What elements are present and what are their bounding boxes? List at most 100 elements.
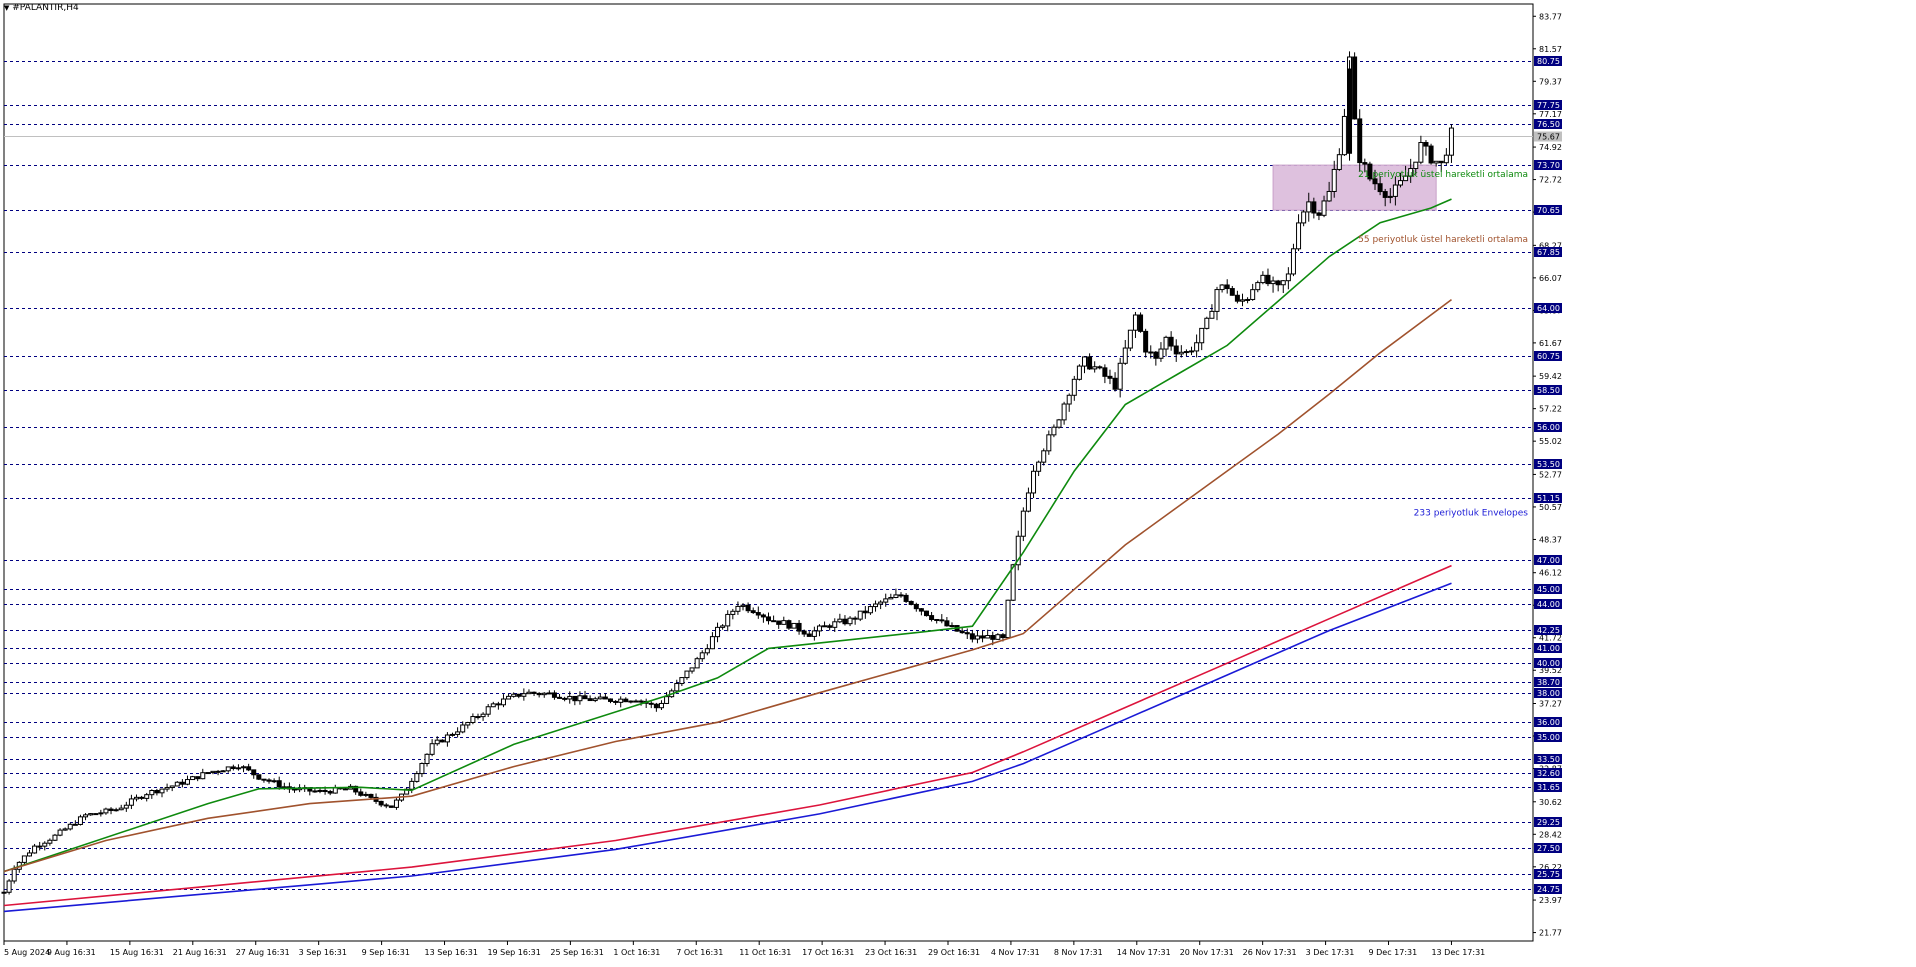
candle[interactable] [327, 791, 333, 794]
candle[interactable] [1071, 378, 1077, 396]
candle[interactable] [490, 703, 496, 708]
candle[interactable] [1413, 161, 1419, 170]
candle[interactable] [516, 693, 522, 697]
candle[interactable] [169, 785, 175, 789]
candle[interactable] [1, 891, 7, 894]
candle[interactable] [862, 610, 868, 614]
candle[interactable] [1183, 351, 1189, 354]
candle[interactable] [679, 677, 685, 685]
candle[interactable] [332, 787, 338, 794]
candle[interactable] [1020, 510, 1026, 537]
candle[interactable] [241, 766, 247, 769]
candle[interactable] [923, 610, 929, 617]
candle[interactable] [1178, 351, 1184, 355]
candle[interactable] [684, 670, 690, 679]
candle[interactable] [1311, 201, 1317, 214]
candle[interactable] [470, 716, 476, 723]
candle[interactable] [1377, 183, 1383, 193]
candle[interactable] [429, 743, 435, 755]
candle[interactable] [567, 695, 573, 700]
candle[interactable] [322, 789, 328, 793]
candle[interactable] [1357, 118, 1363, 164]
candle[interactable] [1041, 450, 1047, 463]
candle[interactable] [1005, 599, 1011, 639]
candle[interactable] [246, 766, 252, 771]
candle[interactable] [827, 625, 833, 628]
candle[interactable] [1316, 212, 1322, 216]
candle[interactable] [500, 698, 506, 706]
candle[interactable] [658, 702, 664, 709]
candle[interactable] [1301, 211, 1307, 224]
candle[interactable] [444, 734, 450, 743]
candle[interactable] [878, 601, 884, 605]
candle[interactable] [312, 790, 318, 793]
candle[interactable] [735, 605, 741, 612]
candle[interactable] [230, 766, 236, 769]
candle[interactable] [1036, 461, 1042, 472]
candle[interactable] [393, 799, 399, 808]
candle[interactable] [964, 632, 970, 635]
candle[interactable] [898, 594, 904, 597]
candle[interactable] [210, 770, 216, 774]
candle[interactable] [837, 618, 843, 623]
candle[interactable] [1168, 336, 1174, 347]
candle[interactable] [83, 814, 89, 818]
candle[interactable] [715, 626, 721, 638]
candle[interactable] [1087, 356, 1093, 370]
candle[interactable] [128, 798, 134, 806]
candle[interactable] [602, 696, 608, 700]
candle[interactable] [1387, 195, 1393, 198]
candle[interactable] [816, 625, 822, 632]
candle[interactable] [368, 793, 374, 798]
candle[interactable] [1280, 280, 1286, 286]
candle[interactable] [1127, 329, 1133, 349]
candle[interactable] [1173, 345, 1179, 355]
candle[interactable] [144, 794, 150, 799]
candle[interactable] [806, 633, 812, 637]
candle[interactable] [1138, 314, 1144, 332]
candle[interactable] [1245, 298, 1251, 301]
candle[interactable] [465, 721, 471, 726]
candle[interactable] [760, 614, 766, 618]
candle[interactable] [832, 621, 838, 628]
candle[interactable] [1290, 248, 1296, 275]
candle[interactable] [949, 625, 955, 628]
candle[interactable] [694, 658, 700, 669]
candle[interactable] [261, 778, 267, 781]
candle[interactable] [342, 788, 348, 791]
candle[interactable] [1066, 394, 1072, 405]
candle[interactable] [704, 648, 710, 654]
candle[interactable] [1443, 154, 1449, 164]
candle[interactable] [1352, 56, 1358, 120]
candle[interactable] [740, 604, 746, 607]
candle[interactable] [419, 763, 425, 775]
candle[interactable] [1107, 375, 1113, 379]
candle[interactable] [653, 703, 659, 709]
candle[interactable] [674, 683, 680, 692]
candle[interactable] [1199, 327, 1205, 344]
candle[interactable] [21, 855, 27, 863]
candle[interactable] [873, 603, 879, 608]
candle[interactable] [521, 693, 527, 697]
candle[interactable] [1102, 367, 1108, 377]
candle[interactable] [409, 780, 415, 790]
candle[interactable] [159, 788, 165, 794]
candle[interactable] [276, 780, 282, 788]
candle[interactable] [225, 766, 231, 772]
candle[interactable] [251, 769, 257, 776]
candle[interactable] [720, 625, 726, 628]
candle[interactable] [791, 622, 797, 629]
candle[interactable] [154, 790, 160, 794]
candle[interactable] [88, 813, 94, 816]
candle[interactable] [108, 808, 114, 811]
candle[interactable] [750, 610, 756, 614]
candle[interactable] [363, 793, 369, 796]
candle[interactable] [1163, 336, 1169, 350]
candle[interactable] [1025, 492, 1031, 512]
candle[interactable] [1000, 634, 1006, 639]
candle[interactable] [1392, 184, 1398, 197]
candle[interactable] [857, 610, 863, 620]
candle[interactable] [1250, 289, 1256, 300]
candle[interactable] [52, 834, 58, 841]
candle[interactable] [903, 594, 909, 602]
